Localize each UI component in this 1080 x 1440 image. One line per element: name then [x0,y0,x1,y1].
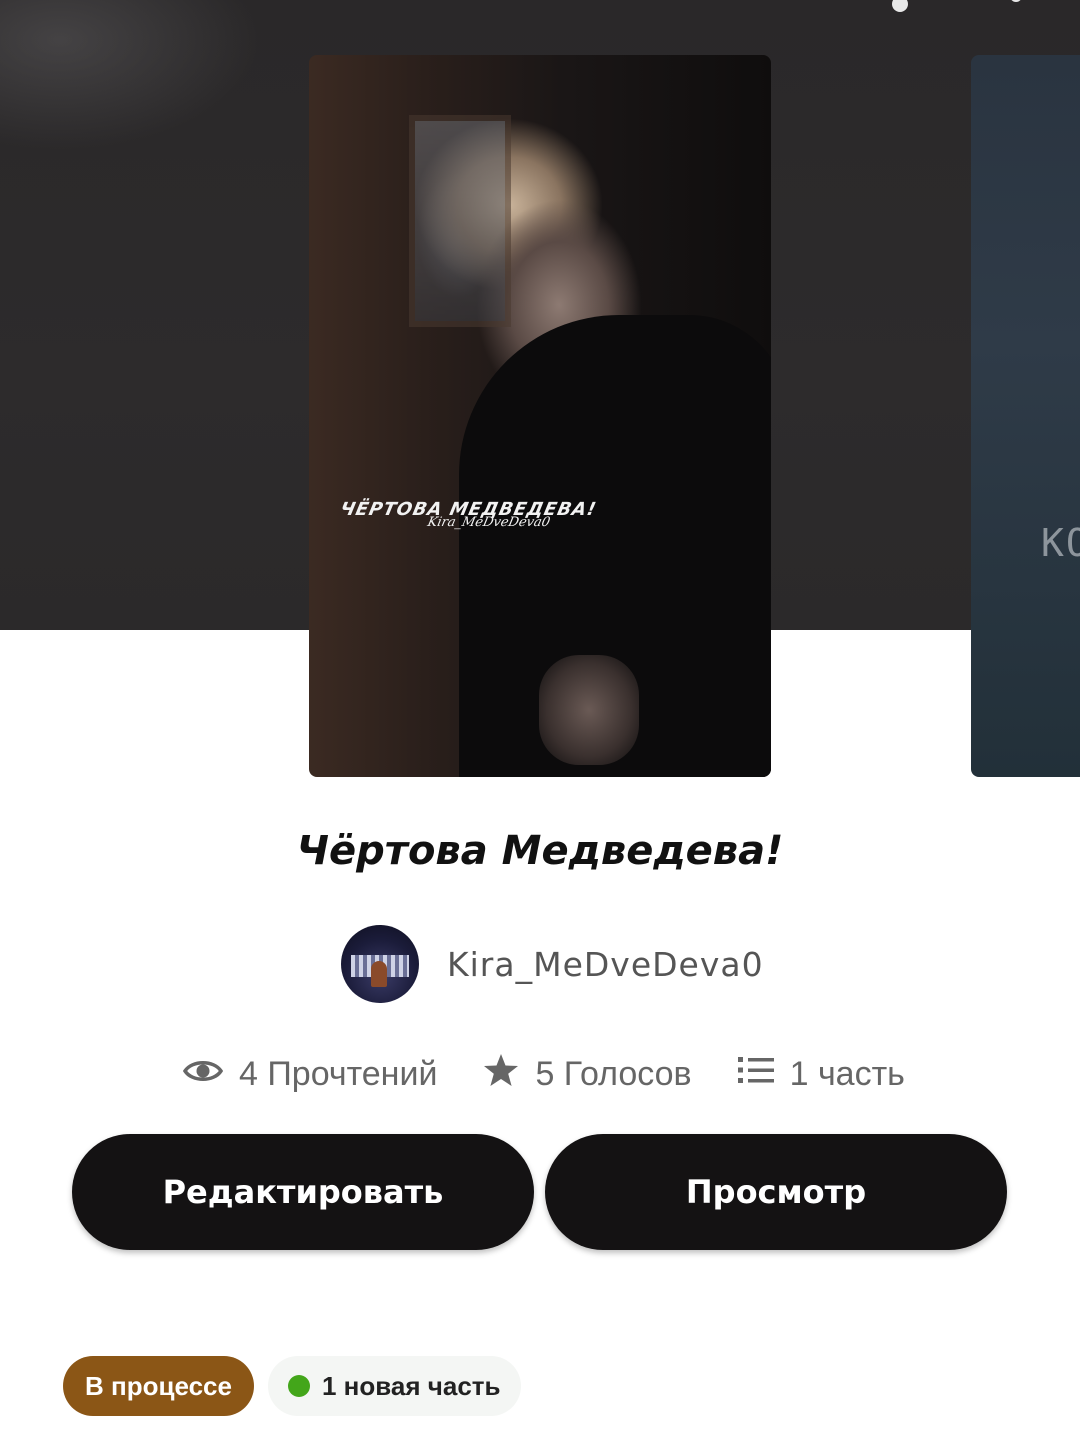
cover-hand-detail [539,655,639,765]
edit-button[interactable]: Редактировать [72,1134,534,1250]
list-icon [737,1055,774,1094]
eye-icon [182,1055,224,1094]
cover-window-detail [409,115,511,327]
parts-count: 1 часть [789,1054,905,1093]
reads-stat: 4 Прочтений [182,1054,438,1094]
new-part-label: 1 новая часть [322,1370,501,1401]
author-name[interactable]: Kira_MeDveDeva0 [447,945,764,984]
status-badge-label: В процессе [85,1370,232,1401]
status-dot-icon [1010,0,1022,2]
reads-count: 4 Прочтений [239,1054,438,1093]
votes-count: 5 Голосов [535,1054,692,1093]
story-cover[interactable]: ЧЁРТОВА МЕДВЕДЕВА! Kira_MeDveDeva0 [309,55,771,777]
status-badge: В процессе [63,1356,254,1416]
new-part-dot-icon [288,1375,310,1397]
next-cover-text: КО [1041,521,1080,565]
view-button[interactable]: Просмотр [545,1134,1007,1250]
cover-caption: ЧЁРТОВА МЕДВЕДЕВА! Kira_MeDveDeva0 [336,499,598,532]
parts-stat: 1 часть [737,1054,905,1094]
status-dot-icon [892,0,908,12]
votes-stat: 5 Голосов [483,1053,692,1096]
new-part-badge: 1 новая часть [268,1356,521,1416]
author-row[interactable]: Kira_MeDveDeva0 [341,924,764,1004]
story-stats: 4 Прочтений 5 Голосов 1 часть [182,1048,905,1100]
story-title: Чёртова Медведева! [296,828,784,874]
avatar[interactable] [341,925,419,1003]
star-icon [483,1053,519,1096]
next-story-cover[interactable]: КО [971,55,1080,777]
